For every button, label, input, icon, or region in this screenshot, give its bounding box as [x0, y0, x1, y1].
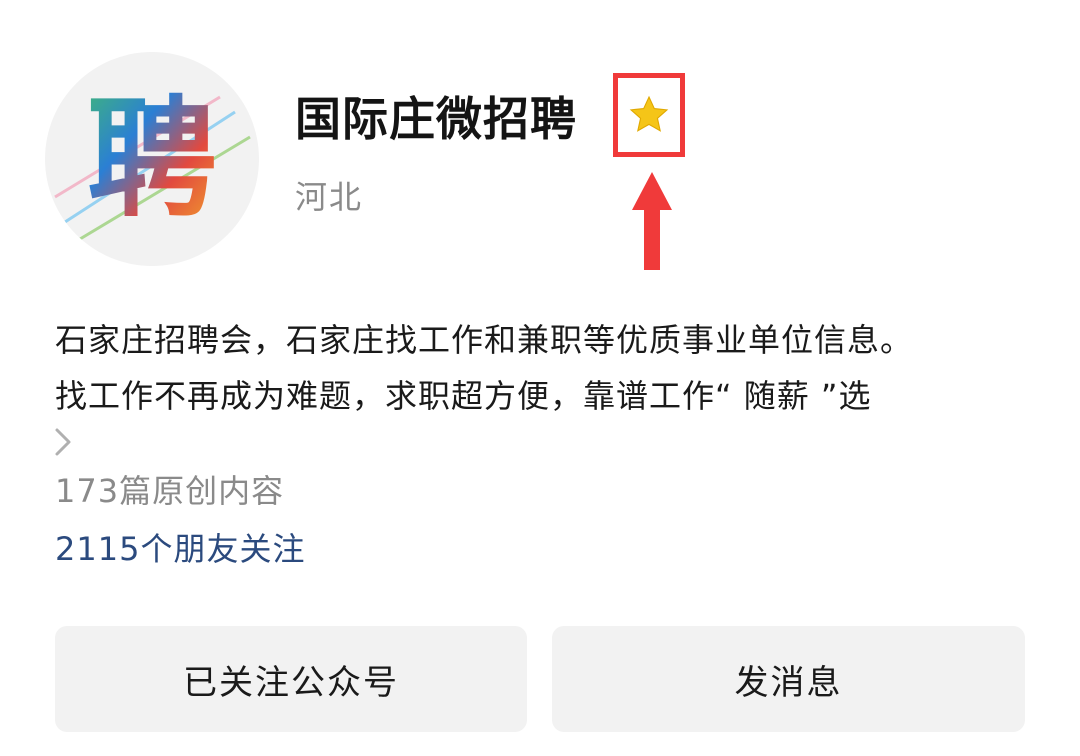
send-message-button[interactable]: 发消息 — [552, 626, 1025, 732]
up-arrow-icon — [632, 172, 672, 270]
account-avatar[interactable]: 聘 — [45, 52, 259, 266]
chevron-right-icon[interactable] — [53, 424, 73, 460]
description-line-1: 石家庄招聘会，石家庄找工作和兼职等优质事业单位信息。 — [55, 321, 914, 359]
followed-account-button[interactable]: 已关注公众号 — [55, 626, 527, 732]
friends-following-count[interactable]: 2115个朋友关注 — [55, 524, 305, 574]
account-name: 国际庄微招聘 — [295, 92, 577, 146]
avatar-logo-icon: 聘 — [54, 83, 251, 244]
account-region: 河北 — [295, 178, 364, 216]
account-description[interactable]: 石家庄招聘会，石家庄找工作和兼职等优质事业单位信息。 找工作不再成为难题，求职超… — [55, 312, 1035, 424]
description-line-2: 找工作不再成为难题，求职超方便，靠谱工作“ 随薪 ”选 — [55, 377, 872, 415]
avatar-glyph: 聘 — [87, 83, 217, 235]
account-profile: 聘 国际庄微招聘 河北 石家庄招聘会，石家庄找工作和兼职等优质事业单位信息。 找… — [0, 0, 1080, 756]
star-highlight-box — [613, 73, 685, 157]
star-icon[interactable] — [627, 93, 671, 137]
original-articles-count[interactable]: 173篇原创内容 — [55, 466, 284, 516]
account-name-row: 国际庄微招聘 — [295, 84, 577, 154]
